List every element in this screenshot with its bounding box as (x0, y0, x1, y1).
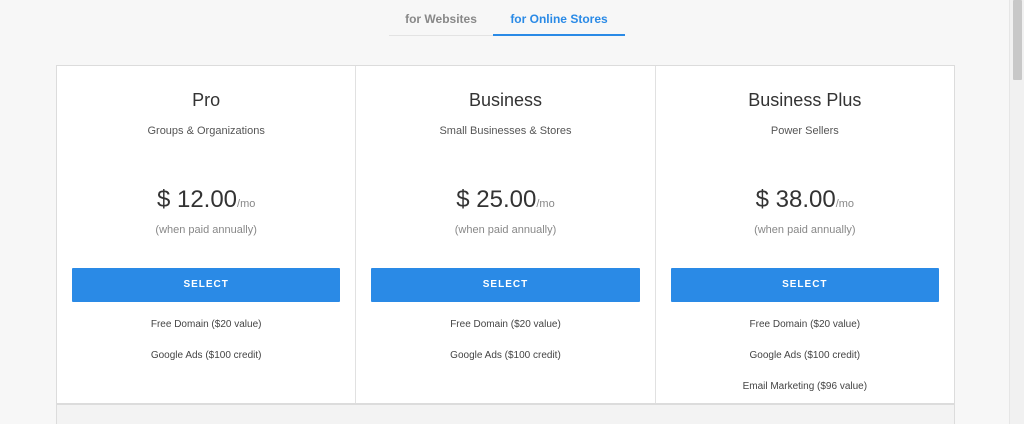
price-amount: $ 38.00 (755, 186, 836, 213)
select-business-plus-button[interactable]: SELECT (670, 268, 939, 302)
vertical-scrollbar[interactable] (1009, 0, 1024, 424)
plan-card-business-plus: Business Plus Power Sellers $ 38.00/mo (… (656, 66, 954, 403)
price-period: /mo (835, 198, 855, 210)
price-note: (when paid annually) (454, 224, 557, 236)
price-period: /mo (536, 198, 555, 210)
tab-for-websites[interactable]: for Websites (389, 4, 493, 36)
feature-item: Free Domain ($20 value) (450, 319, 561, 330)
plans-footer-strip (56, 404, 955, 424)
pricing-plans: Pro Groups & Organizations $ 12.00/mo (w… (56, 65, 955, 404)
plan-type-tabs: for Websites for Online Stores (389, 4, 625, 36)
price-amount: $ 12.00 (156, 186, 238, 213)
plan-price: $ 25.00/mo (356, 186, 654, 214)
feature-item: Email Marketing ($96 value) (742, 381, 868, 392)
feature-item: Google Ads ($100 credit) (450, 350, 561, 361)
plan-tagline: Small Businesses & Stores (439, 125, 572, 137)
price-amount: $ 25.00 (456, 186, 537, 213)
price-note: (when paid annually) (754, 224, 856, 236)
price-period: /mo (237, 198, 256, 210)
plan-name: Business Plus (748, 90, 862, 110)
feature-item: Google Ads ($100 credit) (749, 350, 861, 361)
feature-item: Free Domain ($20 value) (150, 319, 262, 330)
select-business-button[interactable]: SELECT (371, 268, 640, 302)
price-note: (when paid annually) (155, 224, 257, 236)
feature-item: Free Domain ($20 value) (749, 319, 861, 330)
select-pro-button[interactable]: SELECT (72, 268, 341, 302)
plan-name: Business (468, 90, 543, 110)
feature-item: Google Ads ($100 credit) (150, 350, 262, 361)
tab-for-online-stores[interactable]: for Online Stores (493, 4, 625, 36)
plan-price: $ 38.00/mo (656, 186, 954, 214)
plan-name: Pro (192, 90, 221, 110)
plan-card-pro: Pro Groups & Organizations $ 12.00/mo (w… (57, 66, 357, 403)
plan-card-business: Business Small Businesses & Stores $ 25.… (356, 66, 656, 403)
plan-tagline: Power Sellers (770, 125, 839, 137)
scrollbar-thumb[interactable] (1013, 0, 1022, 80)
plan-tagline: Groups & Organizations (147, 125, 265, 137)
plan-price: $ 12.00/mo (57, 186, 355, 214)
